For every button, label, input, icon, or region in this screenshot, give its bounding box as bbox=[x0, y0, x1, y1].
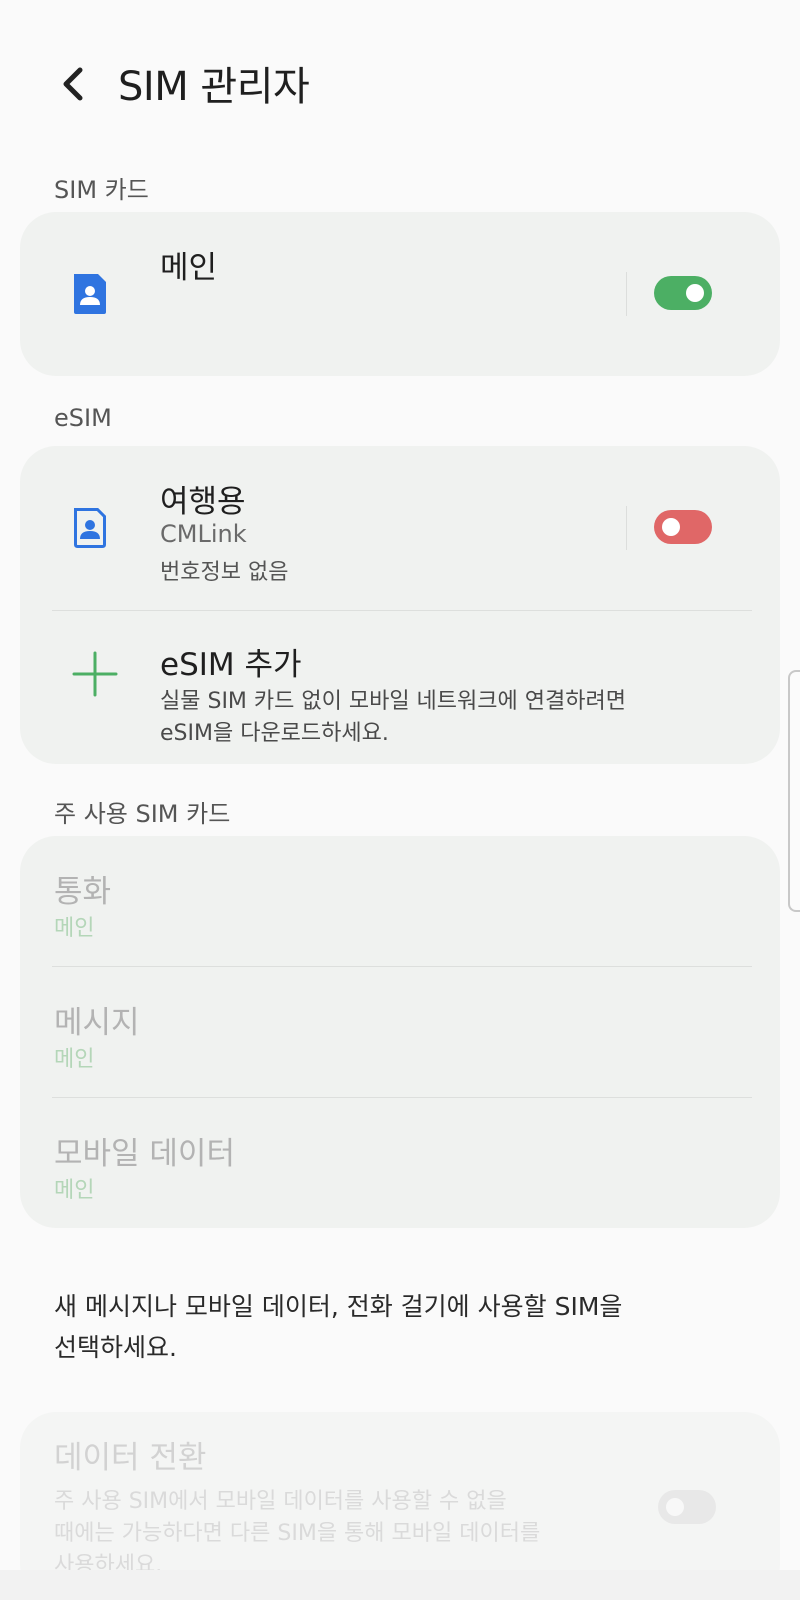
add-esim-desc-line1: 실물 SIM 카드 없이 모바일 네트워크에 연결하려면 bbox=[160, 689, 626, 714]
add-esim-row[interactable]: eSIM 추가 실물 SIM 카드 없이 모바일 네트워크에 연결하려면 eSI… bbox=[20, 611, 780, 764]
back-arrow-icon bbox=[63, 67, 83, 101]
sim-card-row-main[interactable]: 메인 bbox=[20, 212, 620, 376]
primary-sim-row-message[interactable]: 메시지 메인 bbox=[20, 967, 780, 1097]
scrollbar[interactable] bbox=[788, 670, 800, 912]
bottom-bar bbox=[0, 1570, 800, 1600]
divider bbox=[626, 506, 627, 550]
primary-sim-row-call[interactable]: 통화 메인 bbox=[20, 836, 780, 966]
data-switch-title: 데이터 전환 bbox=[54, 1440, 207, 1476]
sim-card-group: 메인 bbox=[20, 212, 780, 376]
add-esim-desc-line2: eSIM을 다운로드하세요. bbox=[160, 721, 389, 746]
divider bbox=[626, 272, 627, 316]
toggle-knob bbox=[662, 518, 680, 536]
call-label: 통화 bbox=[54, 874, 112, 910]
sim-card-icon bbox=[74, 274, 106, 314]
page-title: SIM 관리자 bbox=[118, 64, 310, 110]
message-label: 메시지 bbox=[54, 1005, 140, 1041]
data-switch-desc-line1: 주 사용 SIM에서 모바일 데이터를 사용할 수 없을 bbox=[54, 1489, 507, 1514]
toggle-knob bbox=[666, 1498, 684, 1516]
esim-row-travel[interactable]: 여행용 CMLink 번호정보 없음 bbox=[20, 446, 620, 610]
primary-sim-row-mobile-data[interactable]: 모바일 데이터 메인 bbox=[20, 1098, 780, 1228]
esim-name: 여행용 bbox=[160, 484, 246, 520]
esim-icon bbox=[74, 508, 106, 548]
esim-carrier: CMLink bbox=[160, 520, 247, 548]
app-header: SIM 관리자 bbox=[0, 0, 800, 170]
back-button[interactable] bbox=[48, 56, 96, 112]
primary-sim-group: 통화 메인 메시지 메인 모바일 데이터 메인 bbox=[20, 836, 780, 1228]
sim-main-toggle[interactable] bbox=[654, 276, 712, 310]
sim-card-name: 메인 bbox=[160, 250, 218, 286]
mobile-data-value: 메인 bbox=[54, 1178, 95, 1203]
call-value: 메인 bbox=[54, 916, 95, 941]
note-line2: 선택하세요. bbox=[54, 1333, 177, 1362]
section-label-primary-sim: 주 사용 SIM 카드 bbox=[54, 800, 231, 828]
primary-sim-note: 새 메시지나 모바일 데이터, 전화 걸기에 사용할 SIM을 선택하세요. bbox=[54, 1286, 694, 1368]
note-line1: 새 메시지나 모바일 데이터, 전화 걸기에 사용할 SIM을 bbox=[54, 1292, 623, 1321]
data-switch-desc-line2: 때에는 가능하다면 다른 SIM을 통해 모바일 데이터를 bbox=[54, 1521, 541, 1546]
section-label-esim: eSIM bbox=[54, 404, 112, 432]
esim-number: 번호정보 없음 bbox=[160, 560, 289, 585]
message-value: 메인 bbox=[54, 1047, 95, 1072]
data-switch-toggle[interactable] bbox=[658, 1490, 716, 1524]
section-label-sim-card: SIM 카드 bbox=[54, 176, 149, 204]
plus-icon bbox=[72, 651, 118, 697]
add-esim-title: eSIM 추가 bbox=[160, 647, 302, 683]
esim-group: 여행용 CMLink 번호정보 없음 eSIM 추가 실물 SIM 카드 없이 … bbox=[20, 446, 780, 764]
esim-travel-toggle[interactable] bbox=[654, 510, 712, 544]
mobile-data-label: 모바일 데이터 bbox=[54, 1136, 235, 1172]
toggle-knob bbox=[686, 284, 704, 302]
data-switch-desc: 주 사용 SIM에서 모바일 데이터를 사용할 수 없을 때에는 가능하다면 다… bbox=[54, 1486, 540, 1582]
